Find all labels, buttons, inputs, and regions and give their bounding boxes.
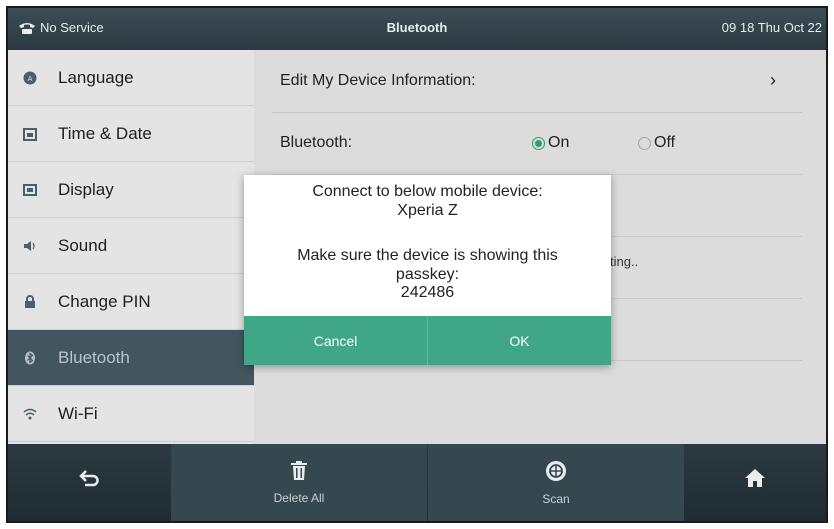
radio-off-label: Off xyxy=(654,134,676,151)
scan-label: Scan xyxy=(542,491,570,506)
globe-icon: A xyxy=(22,70,38,86)
sidebar-item-language[interactable]: A Language xyxy=(8,50,254,106)
sidebar-item-label: Change PIN xyxy=(58,291,151,311)
bluetooth-icon xyxy=(22,350,38,366)
ok-button[interactable]: OK xyxy=(427,316,611,365)
dialog-message: Connect to below mobile device: Xperia Z… xyxy=(244,175,611,316)
page-title: Bluetooth xyxy=(386,20,448,35)
dialog-button-bar: Cancel OK xyxy=(244,316,611,365)
bluetooth-label: Bluetooth: xyxy=(280,134,353,151)
sidebar-item-label: Display xyxy=(58,179,114,199)
dialog-line-connect: Connect to below mobile device: xyxy=(312,183,543,200)
calendar-icon xyxy=(22,126,38,142)
bluetooth-on-radio[interactable]: On xyxy=(532,134,569,152)
date-time: 09 18 Thu Oct 22 xyxy=(721,20,822,35)
dialog-passkey: 242486 xyxy=(400,284,455,301)
edit-device-info-label: Edit My Device Information: xyxy=(280,72,476,89)
status-bar: No Service Bluetooth 09 18 Thu Oct 22 xyxy=(8,8,826,50)
sidebar-item-wifi[interactable]: Wi-Fi xyxy=(8,386,254,442)
svg-text:A: A xyxy=(28,75,33,83)
scan-icon xyxy=(545,460,567,488)
sidebar-item-sound[interactable]: Sound xyxy=(8,218,254,274)
chevron-right-icon: › xyxy=(770,70,776,90)
sidebar-item-label: Bluetooth xyxy=(58,347,130,367)
sidebar: A Language Time & Date Display Sound Cha… xyxy=(8,50,254,444)
sidebar-item-change-pin[interactable]: Change PIN xyxy=(8,274,254,330)
dialog-device-name: Xperia Z xyxy=(397,202,458,219)
delete-all-button[interactable]: Delete All xyxy=(171,444,427,521)
scan-button[interactable]: Scan xyxy=(428,444,684,521)
speaker-icon xyxy=(22,238,38,254)
dialog-line-passkey-label: passkey: xyxy=(395,266,460,283)
sidebar-item-label: Time & Date xyxy=(58,123,152,143)
dialog-line-make-sure: Make sure the device is showing this xyxy=(297,247,558,264)
radio-selected-icon xyxy=(532,136,545,150)
sidebar-item-label: Wi-Fi xyxy=(58,403,98,423)
bottom-toolbar: Delete All Scan xyxy=(8,444,826,521)
home-icon xyxy=(744,468,766,494)
sidebar-item-label: Sound xyxy=(58,235,108,255)
sidebar-item-time-date[interactable]: Time & Date xyxy=(8,106,254,162)
sidebar-item-label: Language xyxy=(58,67,134,87)
display-icon xyxy=(22,182,38,198)
radio-unselected-icon xyxy=(638,136,651,150)
lock-icon xyxy=(22,294,38,310)
home-button[interactable] xyxy=(684,444,826,521)
sidebar-item-bluetooth[interactable]: Bluetooth xyxy=(8,330,254,386)
bluetooth-toggle-row: Bluetooth: On Off xyxy=(272,112,802,175)
phone-screen: No Service Bluetooth 09 18 Thu Oct 22 A … xyxy=(6,6,828,523)
delete-all-label: Delete All xyxy=(273,490,325,505)
radio-on-label: On xyxy=(548,134,570,151)
edit-device-info-row[interactable]: Edit My Device Information: › xyxy=(272,50,802,113)
device-status-text: ting.. xyxy=(610,254,639,269)
sidebar-item-display[interactable]: Display xyxy=(8,162,254,218)
bluetooth-off-radio[interactable]: Off xyxy=(638,134,675,152)
wifi-icon xyxy=(22,406,38,422)
pairing-dialog: Connect to below mobile device: Xperia Z… xyxy=(244,175,611,365)
cancel-button[interactable]: Cancel xyxy=(244,316,427,365)
back-arrow-icon xyxy=(78,468,101,494)
trash-icon xyxy=(290,460,308,487)
back-button[interactable] xyxy=(8,444,171,521)
